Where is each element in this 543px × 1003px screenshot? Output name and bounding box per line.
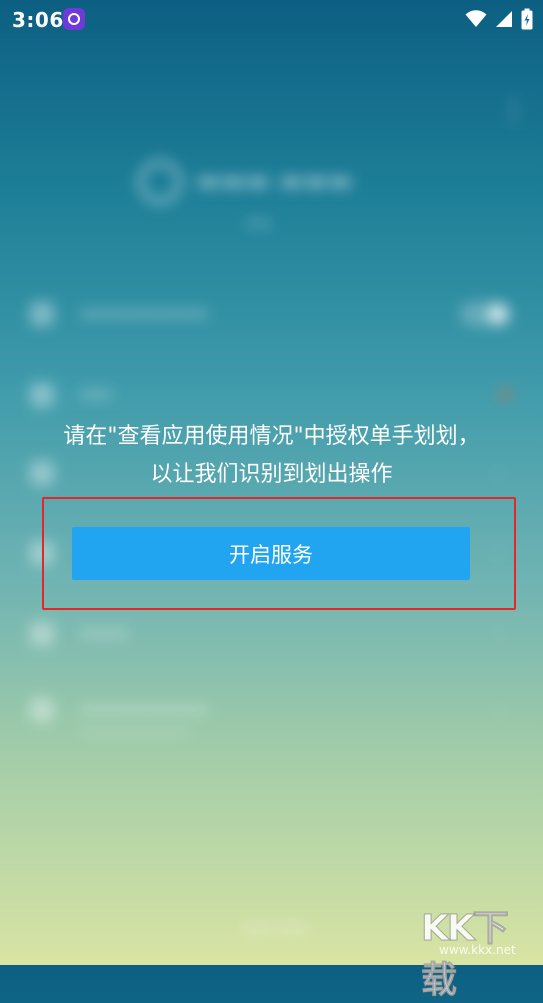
status-time: 3:06	[12, 8, 64, 32]
watermark-url: www.kkx.net	[439, 943, 516, 957]
permission-message: 请在"查看应用使用情况"中授权单手划划，以让我们识别到划出操作	[63, 424, 480, 487]
setting-icon	[30, 461, 54, 485]
setting-label: ▬▬▬▬▬▬▬▬	[80, 699, 209, 719]
app-notification-icon	[63, 8, 85, 30]
chevron-right-icon: ›	[494, 700, 502, 721]
setting-label: ▬▬▬▬▬▬▬▬	[80, 303, 209, 323]
setting-icon	[30, 383, 54, 407]
setting-icon	[30, 302, 54, 326]
chevron-right-icon: ›	[494, 463, 502, 484]
watermark: KK下载 www.kkx.net	[421, 899, 533, 1002]
status-icons	[465, 6, 533, 32]
setting-label: ▬▬	[80, 384, 113, 404]
status-bar: 3:06	[0, 0, 543, 40]
bg-setting-row: ▬▬▬ ›	[30, 616, 510, 652]
battery-charging-icon	[521, 8, 533, 30]
wifi-icon	[465, 10, 487, 28]
notification-dot	[500, 389, 510, 399]
setting-sublabel: ▬▬▬▬▬▬▬▬▬	[80, 724, 191, 739]
app-logo-wordmark: ▬▬▬ ▬▬▬	[196, 166, 353, 196]
cell-signal-icon	[495, 10, 513, 28]
setting-icon	[30, 622, 54, 646]
enable-service-button[interactable]: 开启服务	[72, 527, 470, 580]
chevron-right-icon: ›	[494, 624, 502, 645]
app-logo-icon	[138, 160, 182, 204]
bg-footer-text: ▬▬ ▬▬	[242, 918, 308, 937]
setting-label: ▬▬▬	[80, 623, 129, 643]
setting-icon	[30, 698, 54, 722]
overflow-menu-icon	[509, 95, 519, 123]
app-version: ▬▬	[245, 215, 272, 231]
bg-setting-row: ▬▬	[30, 377, 510, 413]
bg-setting-row: ▬▬▬▬▬▬▬▬	[30, 296, 510, 332]
bg-setting-row: ▬▬▬▬▬▬▬▬ ▬▬▬▬▬▬▬▬▬ ›	[30, 692, 510, 739]
toggle-switch	[460, 302, 510, 326]
